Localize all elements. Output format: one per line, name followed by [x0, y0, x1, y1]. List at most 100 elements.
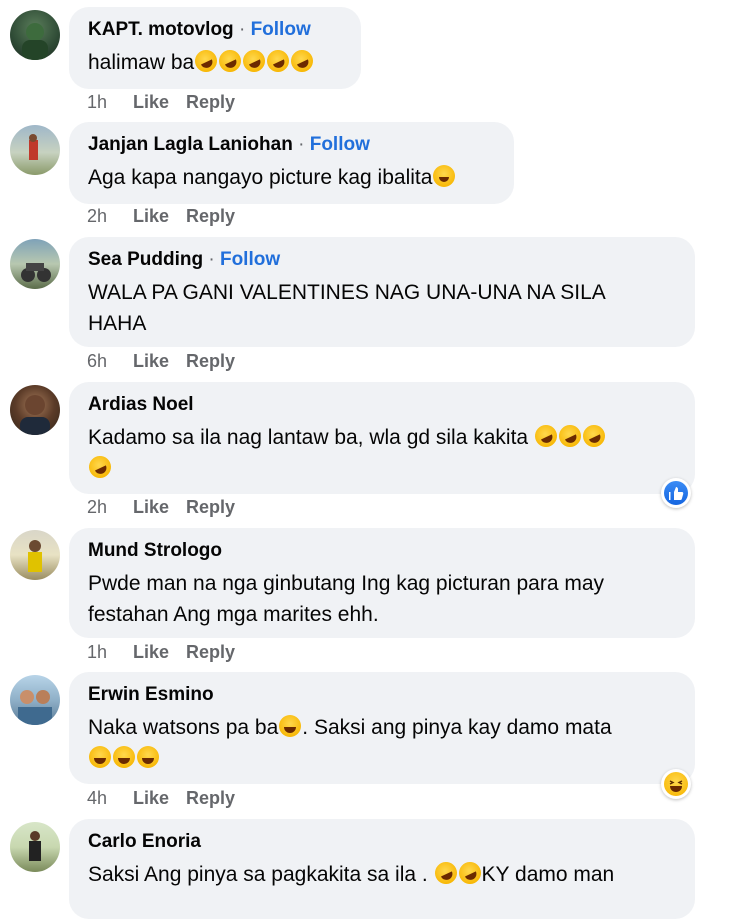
comment-time[interactable]: 6h: [87, 350, 127, 372]
comment-header: Mund Strologo: [88, 539, 677, 563]
comment-header: KAPT. motovlog · Follow: [88, 18, 343, 42]
avatar-image: [28, 540, 42, 572]
commenter-name[interactable]: Carlo Enoria: [88, 831, 201, 852]
comment-actions: 1h Like Reply: [87, 641, 235, 663]
comment-time[interactable]: 2h: [87, 496, 127, 518]
comment-text: Aga kapa nangayo picture kag ibalita: [88, 162, 496, 193]
comment-header: Sea Pudding · Follow: [88, 248, 677, 272]
comment-text-content: Naka watsons pa ba: [88, 716, 279, 739]
avatar[interactable]: [10, 10, 60, 60]
comment-bubble: Mund Strologo Pwde man na nga ginbutang …: [69, 528, 695, 638]
comment-text-line: HAHA: [88, 312, 147, 335]
reply-button[interactable]: Reply: [186, 92, 235, 112]
comment-text-content: Kadamo sa ila nag lantaw ba, wla gd sila…: [88, 426, 529, 449]
avatar[interactable]: [10, 822, 60, 872]
avatar-image: [20, 395, 50, 435]
comment-actions: 2h Like Reply: [87, 496, 235, 518]
like-button[interactable]: Like: [133, 788, 169, 808]
comment-text-content: halimaw ba: [88, 51, 195, 74]
comment-text-content: Aga kapa nangayo picture kag ibalita: [88, 166, 433, 189]
avatar-image: [18, 690, 52, 725]
comment-bubble: Erwin Esmino Naka watsons pa ba . Saksi a…: [69, 672, 695, 784]
comment-bubble: Carlo Enoria Saksi Ang pinya sa pagkakit…: [69, 819, 695, 919]
avatar[interactable]: [10, 530, 60, 580]
comment-text-content: . Saksi ang pinya kay damo mata: [302, 716, 612, 739]
comment-text-content: Saksi Ang pinya sa pagkakita sa ila .: [88, 863, 428, 886]
avatar-image: [21, 263, 51, 282]
rofl-emoji-icon: [287, 46, 317, 76]
comment-actions: 4h Like Reply: [87, 787, 235, 809]
rofl-emoji-icon: [191, 46, 221, 76]
joy-emoji-icon: [279, 715, 302, 737]
reply-button[interactable]: Reply: [186, 351, 235, 371]
like-button[interactable]: Like: [133, 206, 169, 226]
commenter-name[interactable]: Erwin Esmino: [88, 684, 214, 705]
like-reaction-badge[interactable]: [661, 478, 691, 508]
joy-emoji-icon: [113, 746, 135, 768]
comment-text: halimaw ba: [88, 46, 343, 78]
haha-icon: [664, 772, 688, 796]
avatar[interactable]: [10, 385, 60, 435]
separator: ·: [238, 19, 246, 40]
comment-text-line: Pwde man na nga ginbutang Ing kag pictur…: [88, 572, 605, 595]
avatar[interactable]: [10, 239, 60, 289]
comment-time[interactable]: 1h: [87, 641, 127, 663]
like-button[interactable]: Like: [133, 642, 169, 662]
rofl-emoji-icon: [579, 421, 609, 451]
reply-button[interactable]: Reply: [186, 206, 235, 226]
comment-bubble: Sea Pudding · Follow WALA PA GANI VALENT…: [69, 237, 695, 347]
comment-bubble: KAPT. motovlog · Follow halimaw ba: [69, 7, 361, 89]
comment-text: Pwde man na nga ginbutang Ing kag pictur…: [88, 568, 677, 630]
comment-text: Naka watsons pa ba . Saksi ang pinya kay …: [88, 712, 677, 774]
follow-button[interactable]: Follow: [251, 19, 311, 40]
comment-bubble: Ardias Noel Kadamo sa ila nag lantaw ba,…: [69, 382, 695, 494]
like-button[interactable]: Like: [133, 92, 169, 112]
avatar[interactable]: [10, 675, 60, 725]
reply-button[interactable]: Reply: [186, 788, 235, 808]
follow-button[interactable]: Follow: [310, 134, 370, 155]
comment-header: Carlo Enoria: [88, 830, 677, 854]
comment-text: Kadamo sa ila nag lantaw ba, wla gd sila…: [85, 421, 677, 484]
thumbs-up-icon: [664, 481, 688, 505]
comment-text-line: festahan Ang mga marites ehh.: [88, 603, 379, 626]
commenter-name[interactable]: KAPT. motovlog: [88, 19, 234, 40]
joy-emoji-icon: [89, 746, 111, 768]
reply-button[interactable]: Reply: [186, 642, 235, 662]
rofl-emoji-icon: [215, 46, 245, 76]
rofl-emoji-icon: [454, 858, 485, 888]
comment-header: Janjan Lagla Laniohan · Follow: [88, 133, 496, 157]
comment-header: Erwin Esmino: [88, 683, 677, 707]
avatar[interactable]: [10, 125, 60, 175]
rofl-emoji-icon: [430, 858, 461, 888]
commenter-name[interactable]: Mund Strologo: [88, 540, 222, 561]
comment-time[interactable]: 2h: [87, 205, 127, 227]
avatar-image: [29, 134, 38, 160]
commenter-name[interactable]: Sea Pudding: [88, 249, 203, 270]
comment-bubble: Janjan Lagla Laniohan · Follow Aga kapa …: [69, 122, 514, 204]
comment-actions: 6h Like Reply: [87, 350, 235, 372]
comment-time[interactable]: 4h: [87, 787, 127, 809]
avatar-image: [29, 831, 41, 861]
like-button[interactable]: Like: [133, 351, 169, 371]
rofl-emoji-icon: [531, 421, 561, 451]
separator: ·: [298, 134, 305, 155]
comment-time[interactable]: 1h: [87, 91, 127, 113]
reply-button[interactable]: Reply: [186, 497, 235, 517]
comment-text: WALA PA GANI VALENTINES NAG UNA-UNA NA S…: [88, 277, 677, 339]
rofl-emoji-icon: [555, 421, 585, 451]
rofl-emoji-icon: [239, 46, 269, 76]
wink-tongue-emoji-icon: [433, 165, 456, 187]
comment-text-content: KY damo man: [481, 863, 615, 886]
haha-reaction-badge[interactable]: [661, 769, 691, 799]
commenter-name[interactable]: Ardias Noel: [88, 394, 194, 415]
rofl-emoji-icon: [85, 452, 115, 482]
avatar-image: [22, 23, 48, 60]
joy-emoji-icon: [137, 746, 159, 768]
commenter-name[interactable]: Janjan Lagla Laniohan: [88, 134, 293, 155]
rofl-emoji-icon: [263, 46, 293, 76]
comment-actions: 1h Like Reply: [87, 91, 235, 113]
like-button[interactable]: Like: [133, 497, 169, 517]
follow-button[interactable]: Follow: [220, 249, 280, 270]
comment-actions: 2h Like Reply: [87, 205, 235, 227]
comment-header: Ardias Noel: [88, 393, 677, 417]
